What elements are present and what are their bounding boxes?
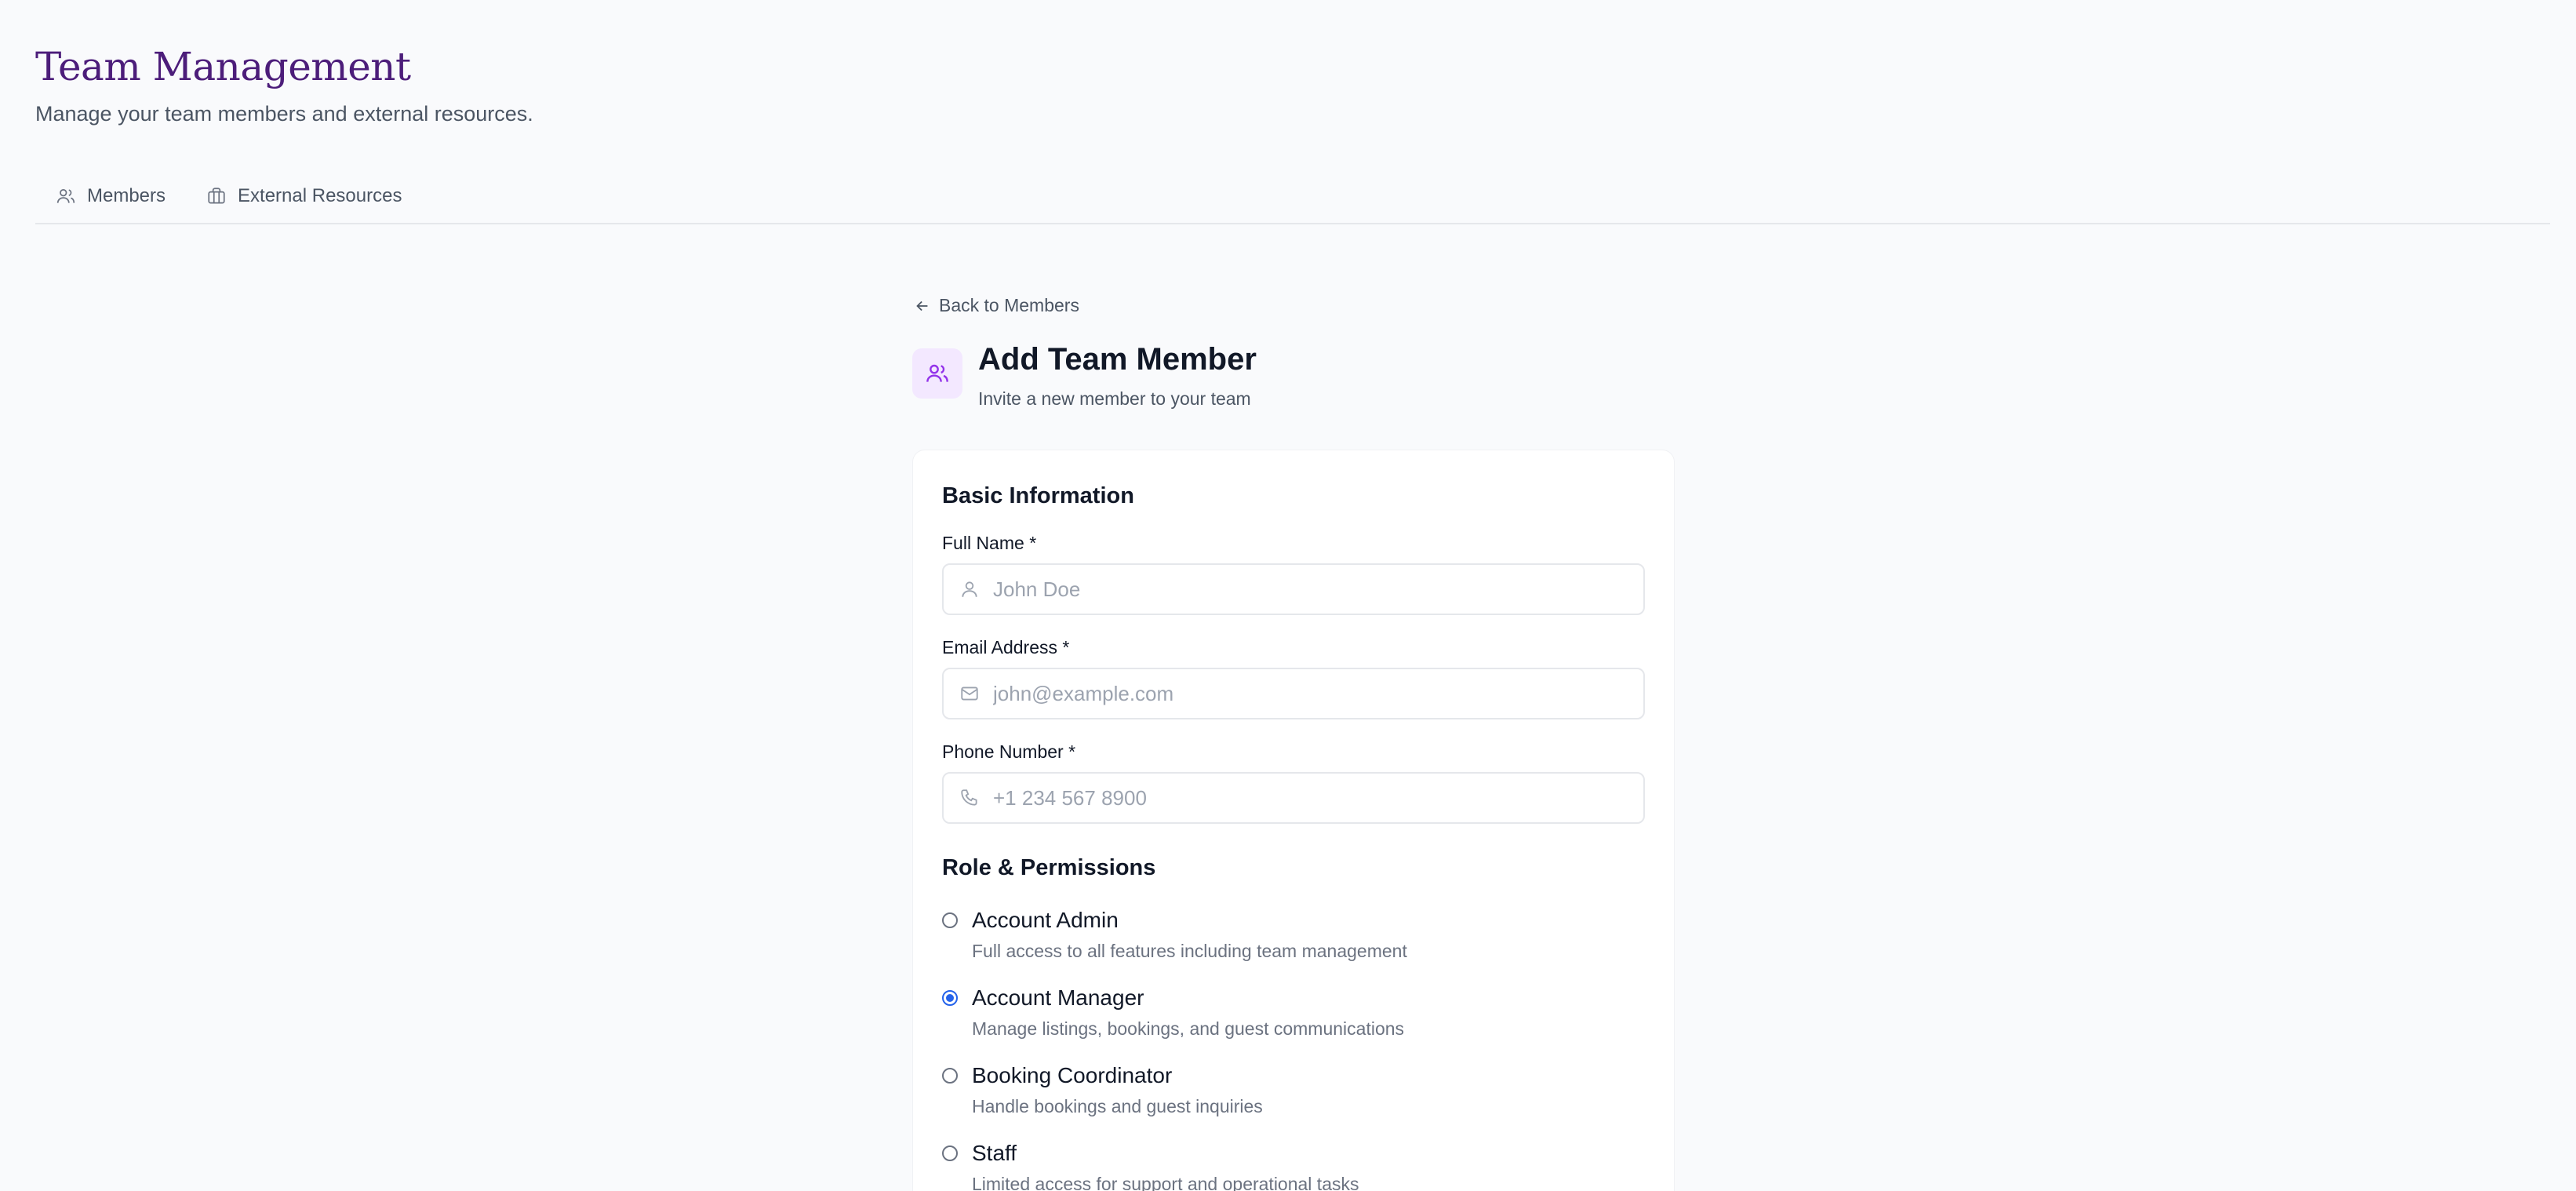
back-to-members-link[interactable]: Back to Members — [914, 295, 1079, 316]
back-link-label: Back to Members — [939, 295, 1079, 315]
role-option-staff[interactable]: Staff Limited access for support and ope… — [942, 1141, 1645, 1191]
full-name-input[interactable] — [944, 565, 1643, 614]
tab-external-resources[interactable]: External Resources — [186, 179, 422, 210]
role-description: Handle bookings and guest inquiries — [972, 1096, 1263, 1116]
role-name: Staff — [972, 1141, 1017, 1165]
email-input[interactable] — [944, 669, 1643, 718]
tab-members[interactable]: Members — [35, 179, 186, 210]
role-description: Limited access for support and operation… — [972, 1174, 1359, 1191]
role-name: Booking Coordinator — [972, 1063, 1173, 1087]
phone-input[interactable] — [944, 774, 1643, 822]
basic-information-heading: Basic Information — [942, 483, 1134, 508]
role-name: Account Admin — [972, 908, 1119, 932]
form-title: Add Team Member — [978, 342, 1257, 377]
role-option-account-manager[interactable]: Account Manager Manage listings, booking… — [942, 985, 1645, 1040]
mail-icon — [961, 687, 978, 701]
role-option-booking-coordinator[interactable]: Booking Coordinator Handle bookings and … — [942, 1063, 1645, 1117]
full-name-field-group: Full Name * — [942, 533, 1645, 615]
phone-icon — [961, 789, 977, 806]
phone-input-wrapper — [942, 772, 1645, 824]
role-description: Full access to all features including te… — [972, 941, 1407, 961]
email-field-group: Email Address * — [942, 637, 1645, 719]
tab-label: Members — [87, 185, 166, 206]
add-member-form-card: Basic Information Full Name * Email Addr… — [912, 450, 1675, 1191]
phone-field-group: Phone Number * — [942, 741, 1645, 824]
role-radio[interactable] — [942, 912, 958, 928]
email-input-wrapper — [942, 668, 1645, 719]
users-icon — [926, 364, 948, 382]
tab-bar: Members External Resources — [35, 179, 2550, 224]
page-header: Team Management Manage your team members… — [35, 44, 533, 126]
form-heading: Add Team Member Invite a new member to y… — [912, 341, 1257, 410]
phone-label: Phone Number * — [942, 741, 1076, 762]
heading-icon-badge — [912, 348, 962, 399]
role-radio[interactable] — [942, 1068, 958, 1084]
form-subtitle: Invite a new member to your team — [978, 388, 1251, 409]
role-description: Manage listings, bookings, and guest com… — [972, 1018, 1405, 1039]
users-icon — [56, 189, 75, 203]
briefcase-icon — [208, 188, 225, 204]
page-subtitle: Manage your team members and external re… — [35, 102, 533, 126]
role-radio[interactable] — [942, 990, 958, 1006]
role-radio[interactable] — [942, 1145, 958, 1161]
user-icon — [962, 581, 977, 597]
page-title: Team Management — [35, 44, 411, 89]
role-permissions-section: Role & Permissions Account Admin Full ac… — [942, 855, 1645, 1191]
role-permissions-heading: Role & Permissions — [942, 855, 1156, 880]
arrow-left-icon — [916, 300, 928, 311]
role-option-account-admin[interactable]: Account Admin Full access to all feature… — [942, 908, 1645, 962]
email-label: Email Address * — [942, 637, 1070, 657]
full-name-label: Full Name * — [942, 533, 1037, 553]
tab-label: External Resources — [238, 185, 402, 206]
role-name: Account Manager — [972, 985, 1144, 1010]
full-name-input-wrapper — [942, 563, 1645, 615]
